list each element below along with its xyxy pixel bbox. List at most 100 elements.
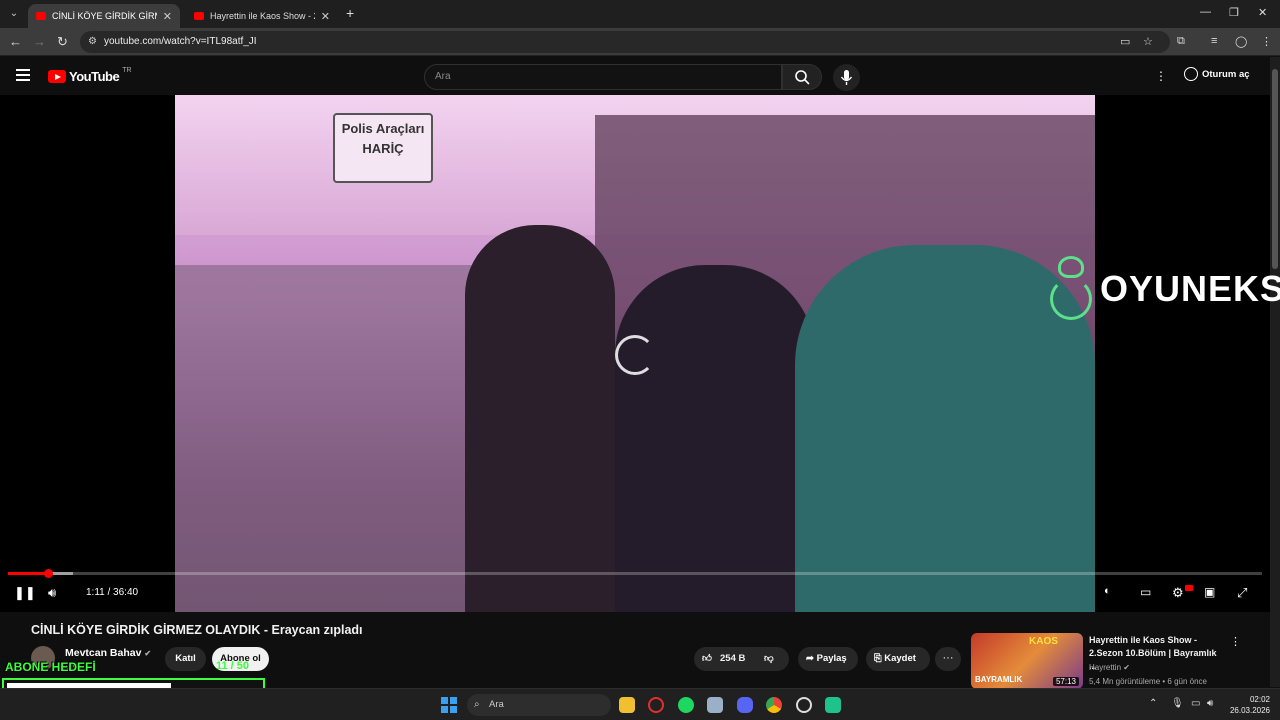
microphone-icon <box>840 70 853 85</box>
watermark-text: OYUNEKS <box>1100 268 1280 309</box>
windows-taskbar: ⌕ Ara ⌃ 🎙︎ ▭ 🔊︎ 02:02 26.03.2026 <box>0 688 1280 720</box>
tab-search-icon[interactable]: ⌄ <box>6 6 22 22</box>
related-channel-name: Hayrettin <box>1089 663 1122 672</box>
discord-icon[interactable] <box>737 697 753 713</box>
related-channel[interactable]: Hayrettin ✔ <box>1089 663 1130 672</box>
forward-icon[interactable]: → <box>33 34 46 49</box>
browser-tab-bar: ⌄ CİNLİ KÖYE GİRDİK GİRMEZ OL ✕ Hayretti… <box>0 0 1280 28</box>
thumbnail-text: KAOS <box>1029 636 1058 647</box>
minimize-icon[interactable]: — <box>1200 6 1211 18</box>
close-window-icon[interactable]: ✕ <box>1258 6 1267 19</box>
voice-search-button[interactable] <box>833 64 860 91</box>
fullscreen-icon[interactable]: ⤢ <box>1237 585 1247 601</box>
region-code: TR <box>122 67 132 74</box>
tab-title: Hayrettin ile Kaos Show - 2.Sez <box>210 11 315 21</box>
search-icon: ⌕ <box>474 699 480 710</box>
more-actions-button[interactable]: ··· <box>935 647 961 671</box>
related-menu-icon[interactable]: ⋮ <box>1230 635 1241 648</box>
like-count[interactable]: 254 B <box>720 653 745 664</box>
restore-icon[interactable]: ❐ <box>1229 6 1239 19</box>
played-bar <box>8 572 49 575</box>
cast-icon[interactable]: ▭ <box>1120 35 1130 48</box>
system-clock[interactable]: 02:02 26.03.2026 <box>1228 694 1270 716</box>
settings-gear-icon[interactable]: ⚙ <box>1172 585 1184 601</box>
windows-start-icon[interactable] <box>441 697 457 713</box>
like-dislike-bar: 👍︎ 254 B 👎︎ <box>694 647 789 671</box>
clock-date: 26.03.2026 <box>1229 706 1270 715</box>
subscriber-goal-count: 11 / 50 <box>216 660 250 672</box>
volume-icon[interactable]: 🔊︎ <box>48 585 56 601</box>
pause-button[interactable]: ❚❚ <box>14 585 36 601</box>
settings-menu-icon[interactable]: ⋮ <box>1155 69 1167 83</box>
search-input[interactable]: Ara <box>424 64 782 90</box>
youtube-header: YouTube TR Ara ⋮ Oturum aç <box>0 57 1270 95</box>
search-placeholder: Ara <box>435 71 451 82</box>
channel-name[interactable]: Mevtcan Bahav ✔ <box>65 647 151 659</box>
share-label: Paylaş <box>816 653 847 664</box>
media-control-icon[interactable]: ≡ <box>1211 35 1217 47</box>
thumbnail-text: BAYRAMLIK <box>975 675 1023 684</box>
save-label: Kaydet <box>884 653 916 664</box>
video-player[interactable]: Polis Araçları HARİÇ OYUNEKS ❚❚ 🔊︎ 1:11 … <box>0 95 1280 612</box>
youtube-play-icon <box>48 70 66 83</box>
subtitles-icon[interactable]: ▭ <box>1140 585 1151 599</box>
menu-icon[interactable] <box>16 69 30 81</box>
reload-icon[interactable]: ↻ <box>57 34 68 50</box>
chrome-icon[interactable] <box>766 697 782 713</box>
subscriber-goal-label: ABONE HEDEFİ <box>5 660 96 674</box>
user-circle-icon <box>1184 67 1198 81</box>
autoplay-toggle[interactable]: ◐ <box>1104 585 1111 597</box>
save-button[interactable]: ⎘ Kaydet <box>866 647 930 671</box>
related-thumbnail[interactable]: KAOS BAYRAMLIK 57:13 <box>971 633 1083 689</box>
url-text: youtube.com/watch?v=ITL98atf_JI <box>104 36 257 47</box>
app-icon[interactable] <box>825 697 841 713</box>
channel-name-text: Mevtcan Bahav <box>65 647 142 659</box>
video-duration: 57:13 <box>1052 677 1079 686</box>
network-app-icon[interactable] <box>707 697 723 713</box>
profile-icon[interactable]: ◯ <box>1235 35 1247 48</box>
extensions-icon[interactable]: ⧉ <box>1177 35 1185 48</box>
verified-icon: ✔ <box>144 649 152 658</box>
bookmark-icon: ⎘ <box>874 653 882 664</box>
tray-overflow-icon[interactable]: ⌃ <box>1149 698 1157 709</box>
like-icon[interactable]: 👍︎ <box>702 652 712 664</box>
loading-spinner-icon <box>615 335 655 375</box>
page-scrollbar[interactable] <box>1270 57 1280 687</box>
taskbar-search-placeholder: Ara <box>489 699 504 710</box>
browser-tab-active[interactable]: CİNLİ KÖYE GİRDİK GİRMEZ OL ✕ <box>28 4 180 28</box>
progress-bar[interactable] <box>8 569 1262 578</box>
youtube-logo[interactable]: YouTube TR <box>48 67 132 84</box>
url-field[interactable]: ⚙ youtube.com/watch?v=ITL98atf_JI <box>80 31 1170 53</box>
scrubber-handle[interactable] <box>44 569 54 578</box>
close-tab-icon[interactable]: ✕ <box>321 10 330 23</box>
opera-icon[interactable] <box>648 697 664 713</box>
youtube-wordmark: YouTube <box>69 69 120 84</box>
sign-in-button[interactable]: Oturum aç <box>1184 67 1250 81</box>
new-tab-button[interactable]: + <box>346 5 354 21</box>
site-info-icon[interactable]: ⚙ <box>88 31 97 53</box>
theater-mode-icon[interactable]: ▣ <box>1204 585 1215 599</box>
taskbar-search[interactable]: ⌕ Ara <box>467 694 611 716</box>
person-headscarf <box>615 265 815 612</box>
obs-icon[interactable] <box>796 697 812 713</box>
scrollbar-thumb[interactable] <box>1272 69 1278 269</box>
join-button[interactable]: Katıl <box>165 647 206 671</box>
tray-display-icon[interactable]: ▭ <box>1191 698 1200 709</box>
browser-menu-icon[interactable]: ⋮ <box>1261 35 1272 48</box>
share-button[interactable]: ➦ Paylaş <box>798 647 858 671</box>
file-explorer-icon[interactable] <box>619 697 635 713</box>
search-button[interactable] <box>782 64 822 90</box>
share-icon: ➦ <box>806 653 814 664</box>
tray-volume-icon[interactable]: 🔊︎ <box>1207 698 1213 709</box>
browser-tab[interactable]: Hayrettin ile Kaos Show - 2.Sez ✕ <box>186 4 338 28</box>
tab-title: CİNLİ KÖYE GİRDİK GİRMEZ OL <box>52 11 157 21</box>
close-tab-icon[interactable]: ✕ <box>163 10 172 23</box>
dislike-icon[interactable]: 👎︎ <box>764 652 774 664</box>
spotify-icon[interactable] <box>678 697 694 713</box>
back-icon[interactable]: ← <box>9 34 22 49</box>
person-black-jacket <box>465 225 615 612</box>
bookmark-star-icon[interactable]: ☆ <box>1143 35 1153 48</box>
tray-mic-icon[interactable]: 🎙︎ <box>1171 698 1184 709</box>
time-display: 1:11 / 36:40 <box>86 587 139 598</box>
search-icon <box>795 70 810 85</box>
